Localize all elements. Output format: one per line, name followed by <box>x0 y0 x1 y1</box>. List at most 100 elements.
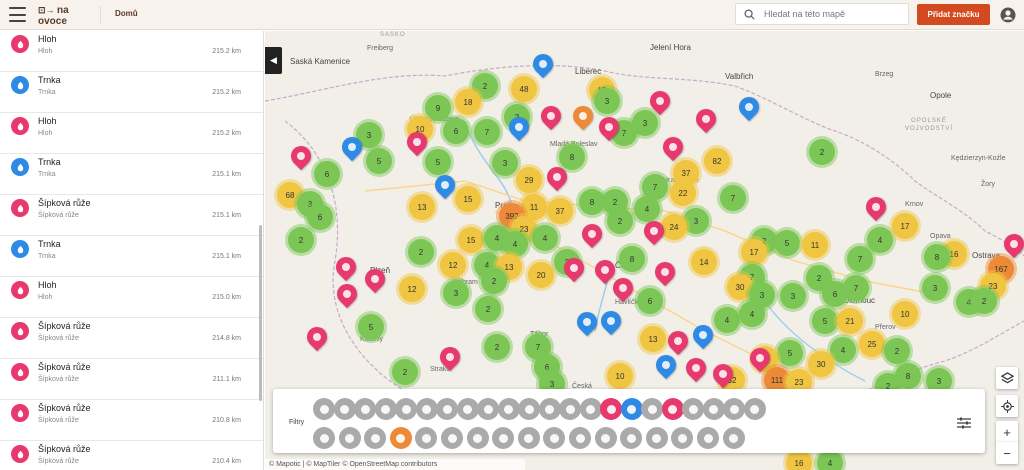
map-cluster[interactable]: 3 <box>492 150 518 176</box>
fruit-filter-icon[interactable] <box>497 398 520 420</box>
map-cluster[interactable]: 22 <box>670 180 696 206</box>
map-cluster[interactable]: 30 <box>808 351 834 377</box>
map-cluster[interactable]: 18 <box>455 89 481 115</box>
fruit-filter-icon[interactable] <box>671 427 694 449</box>
fruit-filter-icon[interactable] <box>682 398 704 420</box>
fruit-filter-icon[interactable] <box>313 427 335 449</box>
fruit-filter-icon[interactable] <box>395 398 417 420</box>
user-account-icon[interactable] <box>1000 7 1016 23</box>
layers-icon[interactable] <box>996 367 1018 389</box>
fruit-filter-icon[interactable] <box>415 398 438 420</box>
map-cluster[interactable]: 2 <box>607 208 633 234</box>
fruit-filter-icon[interactable] <box>743 398 766 420</box>
map-cluster[interactable]: 8 <box>895 363 921 389</box>
map-cluster[interactable]: 17 <box>741 239 767 265</box>
map-cluster[interactable]: 4 <box>817 450 843 470</box>
list-item[interactable]: Trnka Trnka 215.1 km <box>0 236 263 277</box>
fruit-filter-icon[interactable] <box>697 427 719 449</box>
list-item[interactable]: Šípková růže Šípková růže 215.1 km <box>0 195 263 236</box>
map-cluster[interactable]: 8 <box>924 244 950 270</box>
map-cluster[interactable]: 7 <box>843 275 869 301</box>
map-cluster[interactable]: 10 <box>892 301 918 327</box>
map-cluster[interactable]: 5 <box>358 314 384 340</box>
fruit-filter-icon[interactable] <box>641 398 663 420</box>
map-cluster[interactable]: 7 <box>847 246 873 272</box>
map-cluster[interactable]: 6 <box>637 288 663 314</box>
map-cluster[interactable]: 6 <box>314 161 340 187</box>
map-cluster[interactable]: 25 <box>859 331 885 357</box>
fruit-filter-icon[interactable] <box>492 427 515 449</box>
map-cluster[interactable]: 2 <box>288 227 314 253</box>
list-item[interactable]: Šípková růže Šípková růže 211.1 km <box>0 359 263 400</box>
fruit-filter-icon[interactable] <box>364 427 387 449</box>
map-cluster[interactable]: 12 <box>440 252 466 278</box>
fruit-filter-icon[interactable] <box>594 427 617 449</box>
map-cluster[interactable]: 21 <box>837 308 863 334</box>
map-cluster[interactable]: 14 <box>691 249 717 275</box>
fruit-filter-icon[interactable] <box>374 398 397 420</box>
list-item[interactable]: Hloh Hloh 215.2 km <box>0 113 263 154</box>
search-input[interactable] <box>764 9 894 19</box>
scrollbar[interactable] <box>259 225 262 401</box>
fruit-filter-icon[interactable] <box>600 398 622 420</box>
collapse-sidebar-button[interactable]: ◀ <box>265 47 282 74</box>
fruit-filter-icon[interactable] <box>645 427 668 449</box>
map-cluster[interactable]: 3 <box>594 88 620 114</box>
fruit-filter-icon[interactable] <box>477 398 499 420</box>
map-cluster[interactable]: 2 <box>481 268 507 294</box>
map-cluster[interactable]: 8 <box>619 246 645 272</box>
tune-icon[interactable] <box>957 417 971 429</box>
fruit-filter-icon[interactable] <box>518 398 540 420</box>
list-item[interactable]: Šípková růže Šípková růže 210.4 km <box>0 441 263 470</box>
fruit-filter-icon[interactable] <box>415 427 438 449</box>
list-item[interactable]: Trnka Trnka 215.2 km <box>0 72 263 113</box>
map-cluster[interactable]: 4 <box>739 301 765 327</box>
map-attribution[interactable]: © Mapotic | © MapTiler © OpenStreetMap c… <box>265 459 525 470</box>
fruit-filter-icon[interactable] <box>722 427 745 449</box>
map-cluster[interactable]: 3 <box>922 275 948 301</box>
map-cluster[interactable]: 24 <box>661 214 687 240</box>
list-item[interactable]: Šípková růže Šípková růže 214.8 km <box>0 318 263 359</box>
fruit-filter-icon[interactable] <box>543 427 566 449</box>
map-cluster[interactable]: 2 <box>392 359 418 385</box>
map-cluster[interactable]: 16 <box>786 450 812 470</box>
map-cluster[interactable]: 10 <box>607 363 633 389</box>
map-cluster[interactable]: 5 <box>777 340 803 366</box>
search-box[interactable] <box>735 3 909 25</box>
list-item[interactable]: Hloh Hloh 215.2 km <box>0 31 263 72</box>
list-item[interactable]: Hloh Hloh 215.0 km <box>0 277 263 318</box>
map-cluster[interactable]: 2 <box>971 288 997 314</box>
map-cluster[interactable]: 2 <box>475 296 501 322</box>
map-cluster[interactable]: 6 <box>443 118 469 144</box>
map[interactable]: ◀ Saská Kamenice Freiberg Jelení Hora Valbř… <box>265 31 1024 470</box>
map-cluster[interactable]: 15 <box>455 186 481 212</box>
map-cluster[interactable]: 4 <box>634 196 660 222</box>
map-cluster[interactable]: 4 <box>532 225 558 251</box>
fruit-filter-icon[interactable] <box>466 427 489 449</box>
map-cluster[interactable]: 5 <box>366 148 392 174</box>
add-marker-button[interactable]: Přidat značku <box>917 4 990 25</box>
map-cluster[interactable]: 2 <box>408 239 434 265</box>
fruit-filter-icon[interactable] <box>579 398 602 420</box>
map-cluster[interactable]: 4 <box>830 337 856 363</box>
map-cluster[interactable]: 13 <box>640 326 666 352</box>
map-cluster[interactable]: 15 <box>458 227 484 253</box>
map-cluster[interactable]: 4 <box>502 231 528 257</box>
map-cluster[interactable]: 4 <box>714 307 740 333</box>
map-cluster[interactable]: 12 <box>399 276 425 302</box>
zoom-out-button[interactable]: − <box>996 442 1018 464</box>
map-cluster[interactable]: 4 <box>867 227 893 253</box>
map-cluster[interactable]: 2 <box>484 334 510 360</box>
map-cluster[interactable]: 5 <box>774 230 800 256</box>
map-cluster[interactable]: 13 <box>409 194 435 220</box>
fruit-filter-icon[interactable] <box>333 398 356 420</box>
map-cluster[interactable]: 17 <box>892 213 918 239</box>
fruit-filter-icon[interactable] <box>559 398 581 420</box>
map-cluster[interactable]: 48 <box>511 76 537 102</box>
fruit-filter-icon[interactable] <box>436 398 458 420</box>
menu-icon[interactable] <box>9 7 26 22</box>
map-cluster[interactable]: 8 <box>559 144 585 170</box>
map-cluster[interactable]: 29 <box>516 167 542 193</box>
map-cluster[interactable]: 2 <box>809 139 835 165</box>
fruit-filter-icon[interactable] <box>723 398 745 420</box>
